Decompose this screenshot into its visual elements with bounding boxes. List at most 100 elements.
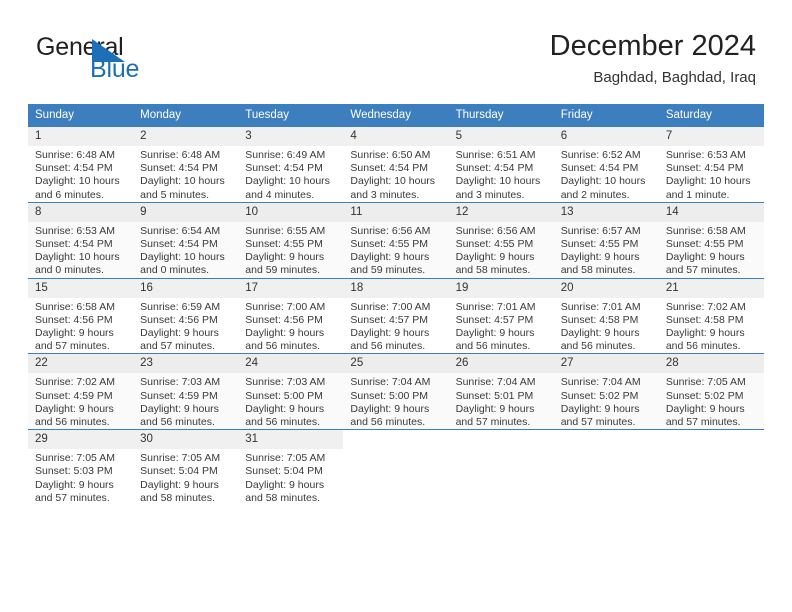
daylight-text-line1: Daylight: 9 hours <box>35 327 114 340</box>
daylight-text-line2: and 57 minutes. <box>35 491 110 504</box>
daylight-text-line2: and 56 minutes. <box>140 416 215 429</box>
sunset-text: Sunset: 4:54 PM <box>665 162 744 175</box>
sunset-text: Sunset: 5:04 PM <box>140 465 218 478</box>
daylight-text-line1: Daylight: 10 hours <box>455 175 541 188</box>
day-cell[interactable]: 11 Sunrise: 6:56 AM Sunset: 4:55 PM Dayligh… <box>343 201 449 279</box>
day-cell[interactable]: 21 Sunrise: 7:02 AM Sunset: 4:58 PM Dayligh… <box>658 277 764 354</box>
sunrise-text: Sunrise: 6:59 AM <box>140 300 221 313</box>
sunrise-text: Sunrise: 7:04 AM <box>350 376 431 389</box>
day-number: 13 <box>553 202 659 222</box>
day-cell[interactable]: 6 Sunrise: 6:52 AM Sunset: 4:54 PM Daylight… <box>553 126 659 203</box>
sunset-text: Sunset: 4:54 PM <box>35 238 113 251</box>
day-info: Sunrise: 7:03 AM Sunset: 4:59 PM Daylight:… <box>133 373 238 429</box>
daylight-text-line1: Daylight: 9 hours <box>350 251 430 264</box>
sunset-text: Sunset: 4:55 PM <box>560 238 639 251</box>
daylight-text-line2: and 6 minutes. <box>35 188 104 201</box>
daylight-text-line2: and 56 minutes. <box>665 340 741 353</box>
sunrise-text: Sunrise: 7:04 AM <box>560 376 641 389</box>
sunrise-text: Sunrise: 6:48 AM <box>140 149 221 161</box>
day-cell[interactable]: 2 Sunrise: 6:48 AM Sunset: 4:54 PM Daylight… <box>133 126 239 203</box>
day-cell[interactable]: 19 Sunrise: 7:01 AM Sunset: 4:57 PM Dayligh… <box>448 277 554 354</box>
day-number <box>554 430 659 449</box>
day-info: Sunrise: 6:56 AM Sunset: 4:55 PM Daylight:… <box>343 222 448 278</box>
day-cell[interactable]: 23 Sunrise: 7:03 AM Sunset: 4:59 PM Dayligh… <box>133 353 239 430</box>
daylight-text-line1: Daylight: 10 hours <box>140 175 225 188</box>
day-number: 20 <box>553 278 659 298</box>
sunrise-text: Sunrise: 7:02 AM <box>665 300 746 313</box>
sunset-text: Sunset: 4:54 PM <box>35 162 113 175</box>
day-cell[interactable]: 15 Sunrise: 6:58 AM Sunset: 4:56 PM Dayligh… <box>28 277 134 354</box>
day-info: Sunrise: 6:55 AM Sunset: 4:55 PM Daylight:… <box>238 222 343 278</box>
day-number: 16 <box>133 278 239 298</box>
week-row: 8 Sunrise: 6:53 AM Sunset: 4:54 PM Daylight… <box>28 201 764 279</box>
day-number: 28 <box>658 354 764 374</box>
day-cell[interactable]: 29 Sunrise: 7:05 AM Sunset: 5:03 PM Dayligh… <box>28 429 134 506</box>
daylight-text-line1: Daylight: 9 hours <box>665 327 745 340</box>
daylight-text-line1: Daylight: 9 hours <box>560 251 640 264</box>
daylight-text-line1: Daylight: 10 hours <box>560 175 646 188</box>
day-info: Sunrise: 6:51 AM Sunset: 4:54 PM Daylight:… <box>449 146 554 202</box>
daylight-text-line2: and 57 minutes. <box>35 340 110 353</box>
day-cell[interactable]: 9 Sunrise: 6:54 AM Sunset: 4:54 PM Daylight… <box>133 201 239 279</box>
daylight-text-line1: Daylight: 10 hours <box>245 175 330 188</box>
daylight-text-line1: Daylight: 9 hours <box>140 327 219 340</box>
day-number: 12 <box>448 202 554 222</box>
day-cell[interactable]: 12 Sunrise: 6:56 AM Sunset: 4:55 PM Dayligh… <box>448 201 554 279</box>
calendar-body: 1 Sunrise: 6:48 AM Sunset: 4:54 PM Daylight… <box>28 126 764 506</box>
sunrise-text: Sunrise: 7:05 AM <box>665 376 746 389</box>
day-cell[interactable]: 18 Sunrise: 7:00 AM Sunset: 4:57 PM Dayligh… <box>343 277 449 354</box>
day-cell[interactable]: 14 Sunrise: 6:58 AM Sunset: 4:55 PM Dayligh… <box>658 201 764 279</box>
day-number: 14 <box>658 202 764 222</box>
day-cell[interactable]: 8 Sunrise: 6:53 AM Sunset: 4:54 PM Daylight… <box>28 201 134 279</box>
daylight-text-line1: Daylight: 9 hours <box>665 402 745 415</box>
sunrise-text: Sunrise: 7:00 AM <box>350 300 431 313</box>
week-row: 15 Sunrise: 6:58 AM Sunset: 4:56 PM Dayligh… <box>28 277 764 354</box>
daylight-text-line1: Daylight: 9 hours <box>350 327 430 340</box>
day-cell[interactable]: 27 Sunrise: 7:04 AM Sunset: 5:02 PM Dayligh… <box>553 353 659 430</box>
daylight-text-line2: and 58 minutes. <box>560 264 636 277</box>
day-number: 27 <box>553 354 659 374</box>
day-info: Sunrise: 7:04 AM Sunset: 5:00 PM Daylight:… <box>343 373 448 429</box>
day-number: 19 <box>448 278 554 298</box>
day-cell[interactable]: 16 Sunrise: 6:59 AM Sunset: 4:56 PM Dayligh… <box>133 277 239 354</box>
page-header: General Blue December 2024 Baghdad, Bagh… <box>0 0 792 96</box>
sunrise-text: Sunrise: 7:03 AM <box>140 376 221 389</box>
day-cell[interactable]: 28 Sunrise: 7:05 AM Sunset: 5:02 PM Dayligh… <box>658 353 764 430</box>
daylight-text-line2: and 3 minutes. <box>350 188 420 201</box>
sunset-text: Sunset: 4:56 PM <box>140 313 218 326</box>
day-number: 22 <box>28 354 134 374</box>
day-cell[interactable]: 4 Sunrise: 6:50 AM Sunset: 4:54 PM Daylight… <box>343 126 449 203</box>
day-cell[interactable]: 7 Sunrise: 6:53 AM Sunset: 4:54 PM Daylight… <box>658 126 764 203</box>
day-number: 24 <box>238 354 344 374</box>
day-cell[interactable]: 1 Sunrise: 6:48 AM Sunset: 4:54 PM Daylight… <box>28 126 134 203</box>
daylight-text-line2: and 56 minutes. <box>35 416 110 429</box>
day-cell[interactable]: 13 Sunrise: 6:57 AM Sunset: 4:55 PM Dayligh… <box>553 201 659 279</box>
day-cell[interactable]: 30 Sunrise: 7:05 AM Sunset: 5:04 PM Dayligh… <box>133 429 239 506</box>
day-cell[interactable]: 24 Sunrise: 7:03 AM Sunset: 5:00 PM Dayligh… <box>238 353 344 430</box>
day-info: Sunrise: 7:02 AM Sunset: 4:58 PM Daylight:… <box>659 298 764 354</box>
sunset-text: Sunset: 4:55 PM <box>455 238 534 251</box>
day-number: 6 <box>553 127 659 146</box>
sunrise-text: Sunrise: 6:54 AM <box>140 224 221 237</box>
day-cell[interactable]: 5 Sunrise: 6:51 AM Sunset: 4:54 PM Daylight… <box>448 126 554 203</box>
sunset-text: Sunset: 4:55 PM <box>245 238 323 251</box>
sunrise-text: Sunrise: 7:04 AM <box>455 376 536 389</box>
day-cell[interactable]: 22 Sunrise: 7:02 AM Sunset: 4:59 PM Dayligh… <box>28 353 134 430</box>
day-cell[interactable]: 17 Sunrise: 7:00 AM Sunset: 4:56 PM Dayligh… <box>238 277 344 354</box>
day-number: 9 <box>133 202 239 222</box>
weekday-header-friday: Friday <box>553 104 659 127</box>
day-number: 4 <box>343 127 449 146</box>
day-cell[interactable]: 31 Sunrise: 7:05 AM Sunset: 5:04 PM Dayligh… <box>238 429 344 506</box>
day-cell[interactable]: 3 Sunrise: 6:49 AM Sunset: 4:54 PM Daylight… <box>238 126 344 203</box>
daylight-text-line1: Daylight: 9 hours <box>245 327 325 340</box>
daylight-text-line1: Daylight: 9 hours <box>140 402 219 415</box>
day-cell[interactable]: 25 Sunrise: 7:04 AM Sunset: 5:00 PM Dayligh… <box>343 353 449 430</box>
sunset-text: Sunset: 4:59 PM <box>35 389 113 402</box>
day-info: Sunrise: 6:50 AM Sunset: 4:54 PM Daylight:… <box>343 146 448 202</box>
daylight-text-line2: and 57 minutes. <box>455 416 531 429</box>
day-cell[interactable]: 20 Sunrise: 7:01 AM Sunset: 4:58 PM Dayligh… <box>553 277 659 354</box>
day-cell[interactable]: 26 Sunrise: 7:04 AM Sunset: 5:01 PM Dayligh… <box>448 353 554 430</box>
day-cell[interactable]: 10 Sunrise: 6:55 AM Sunset: 4:55 PM Dayligh… <box>238 201 344 279</box>
sunset-text: Sunset: 4:54 PM <box>245 162 323 175</box>
sunrise-text: Sunrise: 6:50 AM <box>350 149 431 161</box>
